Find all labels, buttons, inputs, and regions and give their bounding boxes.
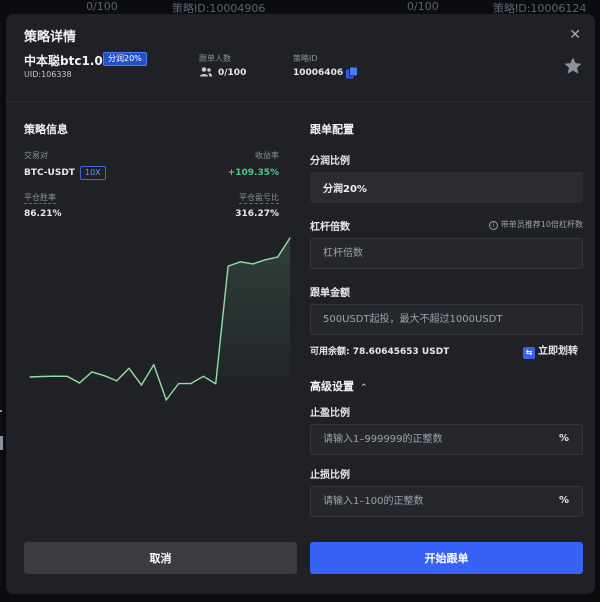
leverage-input[interactable] (310, 238, 583, 269)
return-point (54, 375, 56, 377)
header-divider (6, 101, 595, 102)
return-point (252, 263, 254, 265)
background-strip: 0/100 策略ID:10004906 0/100 策略ID:10006124 (0, 0, 600, 15)
return-point (190, 382, 192, 385)
star-icon[interactable] (563, 56, 583, 76)
bg-edge-mark (0, 436, 3, 450)
advanced-settings-label: 高级设置 (310, 380, 354, 393)
return-label: 收益率 (255, 151, 279, 160)
take-profit-label: 止盈比例 (310, 408, 350, 419)
advanced-settings-toggle[interactable]: 高级设置 ⌃ (310, 378, 368, 394)
modal-title: 策略详情 (24, 30, 77, 45)
info-icon: i (488, 221, 498, 230)
return-point (103, 375, 105, 377)
return-point (178, 383, 180, 385)
return-point (277, 256, 279, 258)
bg-followers-2: 0/100 (407, 0, 439, 13)
followers-label: 跟单人数 (199, 54, 231, 63)
strategy-name: 中本聪btc1.0 (24, 54, 103, 68)
winrate-value: 86.21% (24, 209, 62, 219)
copy-icon[interactable] (345, 66, 359, 80)
take-profit-unit: % (559, 433, 570, 444)
take-profit-input[interactable] (310, 424, 583, 455)
transfer-button[interactable]: ⇆ 立即划转 (523, 342, 578, 359)
return-value: +109.35% (227, 168, 279, 178)
stop-loss-unit: % (559, 495, 570, 506)
leverage-hint-text: 带单员推荐10倍杠杆数 (500, 220, 583, 229)
profit-share-badge: 分润20% (103, 52, 147, 66)
followers-value: 0/100 (218, 68, 247, 78)
return-point (140, 384, 142, 386)
leverage-hint: i 带单员推荐10倍杠杆数 (488, 219, 583, 230)
return-point (128, 367, 130, 369)
return-point (153, 364, 155, 366)
return-point (264, 259, 266, 261)
return-point (116, 380, 118, 382)
transfer-label: 立即划转 (538, 346, 578, 357)
pnl-ratio-label: 平仓盈亏比 (239, 193, 279, 204)
amount-label: 跟单金额 (310, 288, 350, 299)
available-balance: 可用余额: 78.60645653 USDT (310, 347, 450, 357)
return-area (30, 238, 290, 400)
share-field (310, 172, 583, 203)
return-point (289, 237, 291, 239)
transfer-icon: ⇆ (523, 347, 535, 359)
pnl-ratio-value: 316.27% (235, 209, 279, 219)
pnl-ratio-label-wrap: 平仓盈亏比 (239, 192, 279, 204)
return-point (91, 371, 93, 373)
leverage-tag: 10X (80, 166, 106, 180)
return-point (202, 375, 204, 377)
return-point (66, 375, 68, 377)
follow-config-title: 跟单配置 (310, 123, 354, 136)
winrate-label: 平仓胜率 (24, 193, 56, 204)
stop-loss-label: 止损比例 (310, 470, 350, 481)
return-point (29, 376, 31, 378)
pair-label: 交易对 (24, 151, 48, 160)
return-point (78, 382, 81, 384)
pair-value: BTC-USDT (24, 168, 75, 178)
close-icon[interactable]: ✕ (569, 27, 581, 43)
chevron-up-icon: ⌃ (360, 383, 368, 393)
return-point (41, 375, 43, 378)
cancel-button[interactable]: 取消 (24, 542, 297, 574)
share-label: 分润比例 (310, 156, 350, 167)
return-point (215, 383, 217, 385)
users-icon (199, 67, 213, 77)
winrate-label-wrap: 平仓胜率 (24, 192, 56, 204)
return-point (165, 399, 167, 401)
strategy-id-value: 10006406 (293, 68, 344, 78)
bg-edge-dot (0, 410, 2, 412)
strategy-info-title: 策略信息 (24, 123, 68, 136)
strategy-uid: UID:106338 (24, 70, 72, 79)
return-point (227, 265, 229, 267)
return-chart (29, 237, 291, 401)
start-follow-button[interactable]: 开始跟单 (310, 542, 583, 574)
amount-input[interactable] (310, 304, 583, 335)
return-point (239, 261, 242, 263)
strategy-detail-modal: 策略详情 ✕ 中本聪btc1.0 分润20% UID:106338 跟单人数 0… (6, 14, 595, 594)
stop-loss-input[interactable] (310, 486, 583, 517)
strategy-id-label: 策略ID (293, 54, 318, 63)
leverage-label: 杠杆倍数 (310, 222, 350, 233)
bg-followers: 0/100 (86, 0, 118, 13)
